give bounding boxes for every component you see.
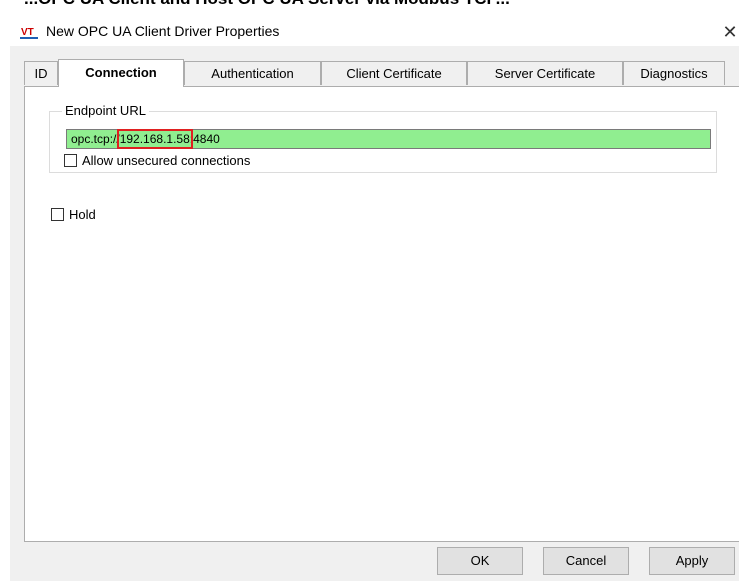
allow-unsecured-checkbox-row[interactable]: Allow unsecured connections: [64, 153, 250, 169]
tab-client-certificate[interactable]: Client Certificate: [321, 61, 467, 85]
tab-diagnostics[interactable]: Diagnostics: [623, 61, 725, 85]
cropped-background-text: ...OPC UA Client and Host OPC UA Server …: [0, 0, 739, 8]
cancel-button[interactable]: Cancel: [543, 547, 629, 575]
svg-text:VT: VT: [21, 27, 34, 38]
dialog-body: ID Connection Authentication Client Cert…: [10, 46, 739, 581]
tab-server-certificate[interactable]: Server Certificate: [467, 61, 623, 85]
ok-button[interactable]: OK: [437, 547, 523, 575]
endpoint-url-label: Endpoint URL: [62, 103, 149, 118]
vt-logo-icon: VT: [20, 27, 38, 39]
endpoint-url-port: :4840: [189, 132, 220, 146]
close-icon[interactable]: ✕: [718, 20, 739, 44]
dialog-titlebar[interactable]: VT New OPC UA Client Driver Properties ✕: [0, 8, 739, 46]
allow-unsecured-label: Allow unsecured connections: [82, 153, 251, 168]
hold-checkbox[interactable]: [51, 208, 64, 221]
connection-tab-panel: Endpoint URL opc.tcp://192.168.1.58:4840…: [24, 86, 739, 542]
endpoint-url-group: Endpoint URL opc.tcp://192.168.1.58:4840…: [49, 103, 717, 173]
endpoint-url-prefix: opc.tcp://: [71, 132, 120, 146]
tab-connection[interactable]: Connection: [58, 59, 184, 87]
allow-unsecured-checkbox[interactable]: [64, 154, 77, 167]
endpoint-url-input[interactable]: opc.tcp://192.168.1.58:4840: [66, 129, 711, 149]
hold-label: Hold: [69, 207, 96, 222]
endpoint-url-host: 192.168.1.58: [116, 129, 193, 149]
tab-authentication[interactable]: Authentication: [184, 61, 321, 85]
tab-id[interactable]: ID: [24, 61, 58, 85]
apply-button[interactable]: Apply: [649, 547, 735, 575]
hold-checkbox-row[interactable]: Hold: [51, 207, 96, 223]
dialog-title: New OPC UA Client Driver Properties: [46, 23, 280, 39]
